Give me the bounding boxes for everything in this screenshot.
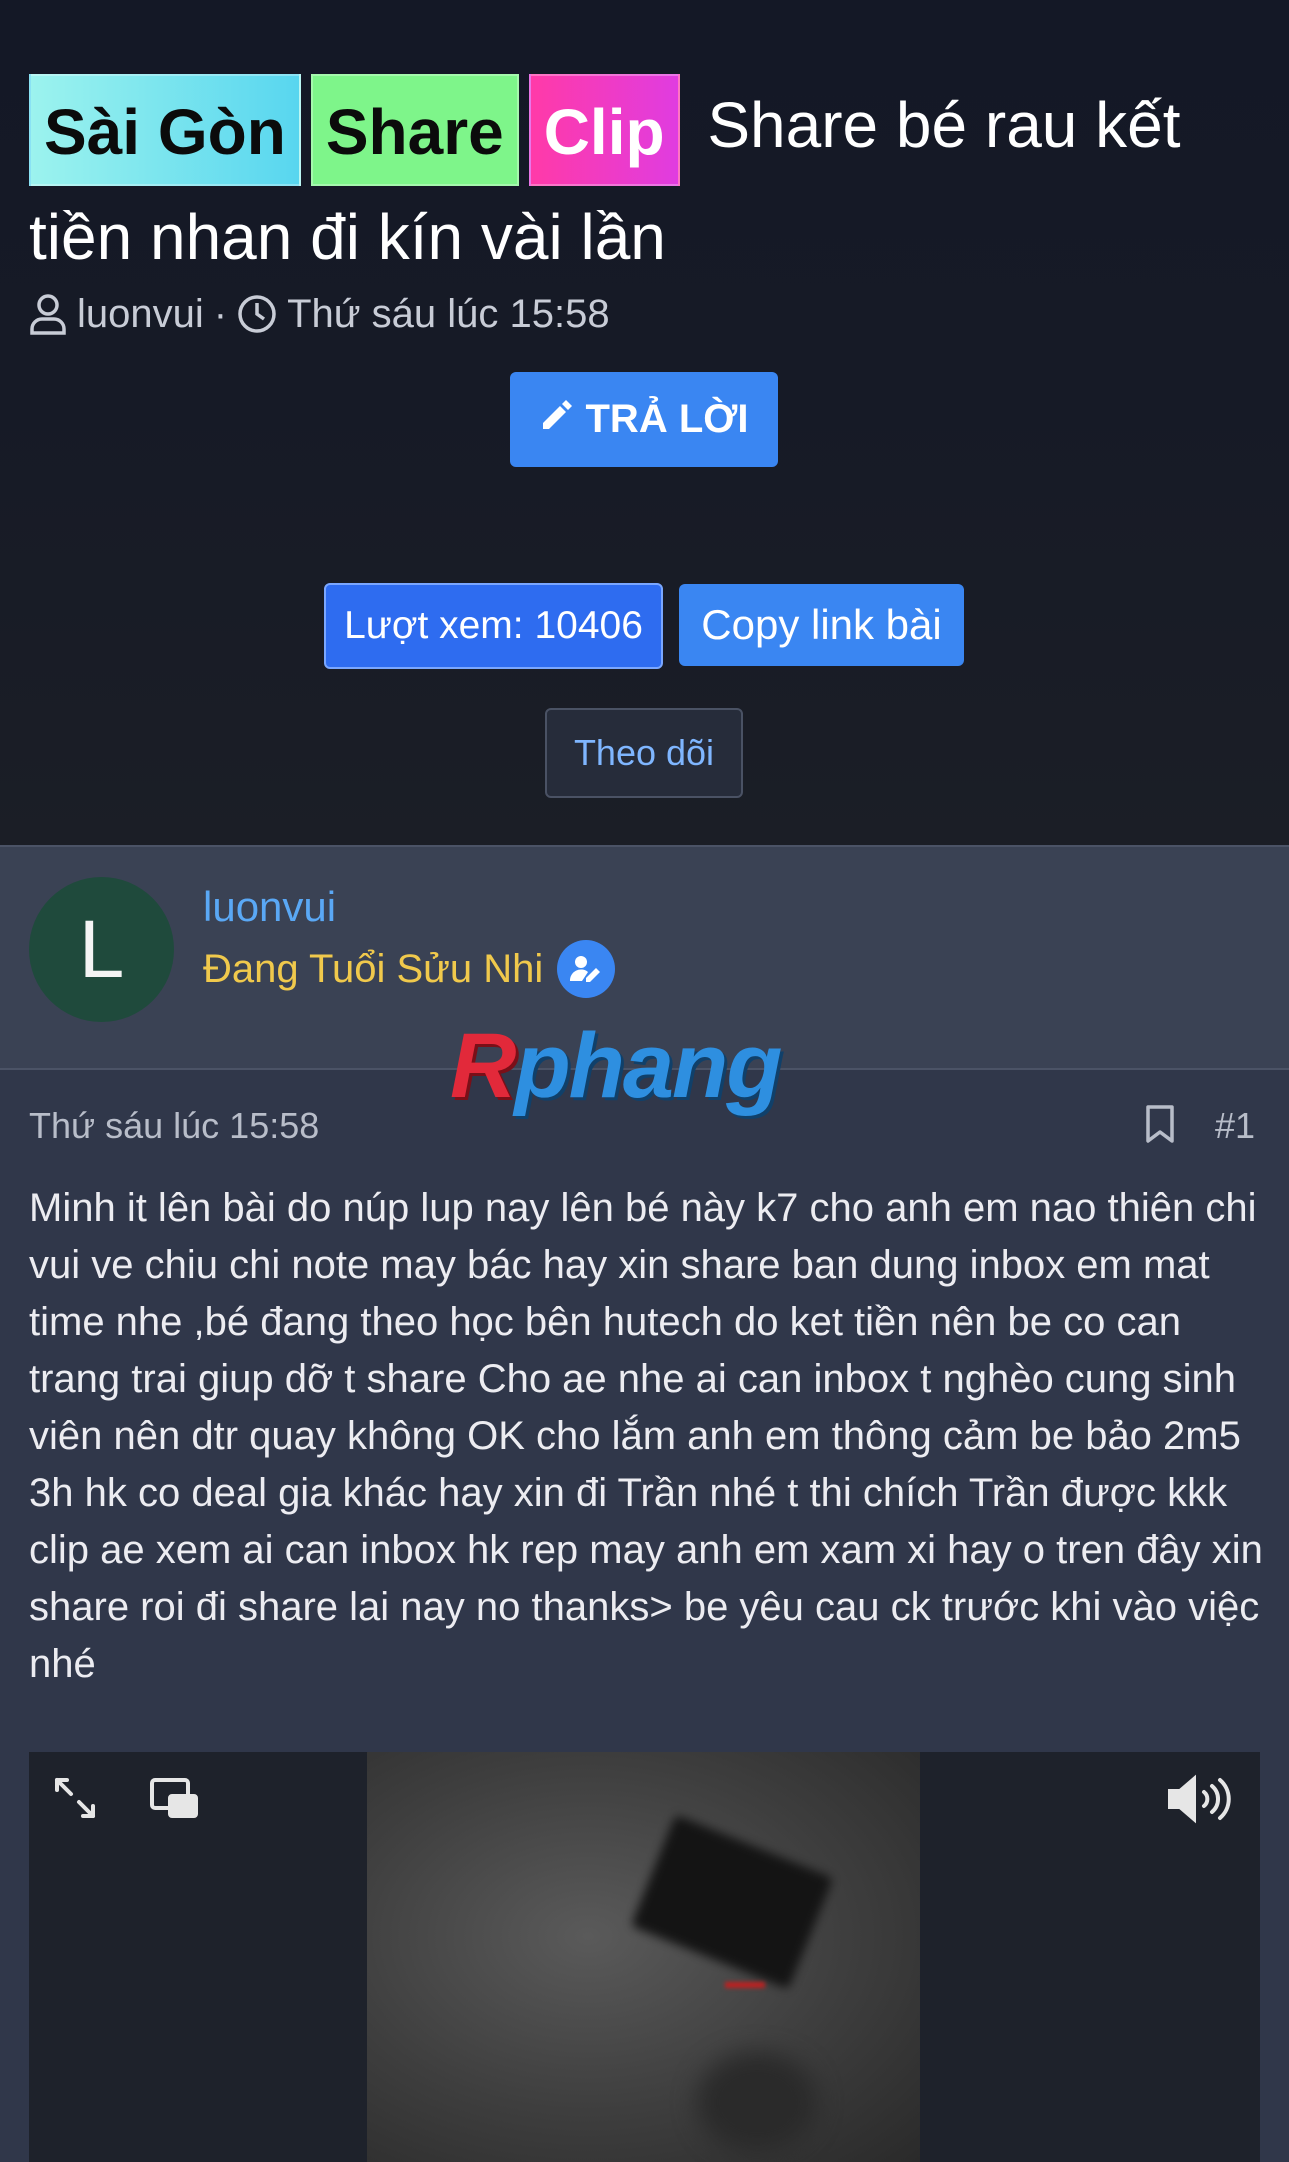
volume-icon[interactable] xyxy=(1166,1774,1238,1829)
clock-icon xyxy=(237,294,277,334)
meta-separator: · xyxy=(213,291,228,336)
expand-icon[interactable] xyxy=(51,1774,99,1827)
tag-clip[interactable]: Clip xyxy=(528,74,680,186)
site-watermark-logo: Rphang xyxy=(450,1015,782,1117)
follow-button[interactable]: Theo dõi xyxy=(545,708,743,798)
thread-title: Sài Gòn Share Clip Share bé rau kết tiền n… xyxy=(29,74,1259,288)
avatar[interactable]: L xyxy=(29,877,174,1022)
post-number[interactable]: #1 xyxy=(1215,1105,1255,1147)
thread-header: Sài Gòn Share Clip Share bé rau kết tiền n… xyxy=(0,0,1289,845)
user-title: Đang Tuổi Sửu Nhi xyxy=(203,935,616,1003)
thread-author[interactable]: luonvui xyxy=(77,292,204,337)
post-username[interactable]: luonvui xyxy=(203,883,336,931)
reply-button[interactable]: TRẢ LỜI xyxy=(510,372,778,467)
video-frame xyxy=(367,1752,920,2162)
reply-button-label: TRẢ LỜI xyxy=(585,397,749,441)
post-body: Minh it lên bài do núp lup nay lên bé nà… xyxy=(29,1186,1263,1686)
video-player[interactable] xyxy=(29,1752,1260,2162)
thread-meta: luonvui · Thứ sáu lúc 15:58 xyxy=(29,289,610,339)
views-button[interactable]: Lượt xem: 10406 xyxy=(324,583,663,669)
user-edit-icon xyxy=(557,940,616,998)
post-date[interactable]: Thứ sáu lúc 15:58 xyxy=(29,1105,319,1147)
user-title-text: Đang Tuổi Sửu Nhi xyxy=(203,946,544,991)
thread-time[interactable]: Thứ sáu lúc 15:58 xyxy=(287,292,610,337)
video-content-shadow xyxy=(697,2052,817,2152)
picture-in-picture-icon[interactable] xyxy=(148,1776,200,1825)
video-content-highlight xyxy=(725,1982,765,1988)
tag-share[interactable]: Share xyxy=(310,74,519,186)
copy-link-button[interactable]: Copy link bài xyxy=(679,584,964,666)
user-icon xyxy=(29,293,67,335)
video-content-shape xyxy=(630,1814,834,1990)
bookmark-icon[interactable] xyxy=(1144,1104,1176,1149)
tag-saigon[interactable]: Sài Gòn xyxy=(29,74,301,186)
pencil-icon xyxy=(540,397,574,442)
